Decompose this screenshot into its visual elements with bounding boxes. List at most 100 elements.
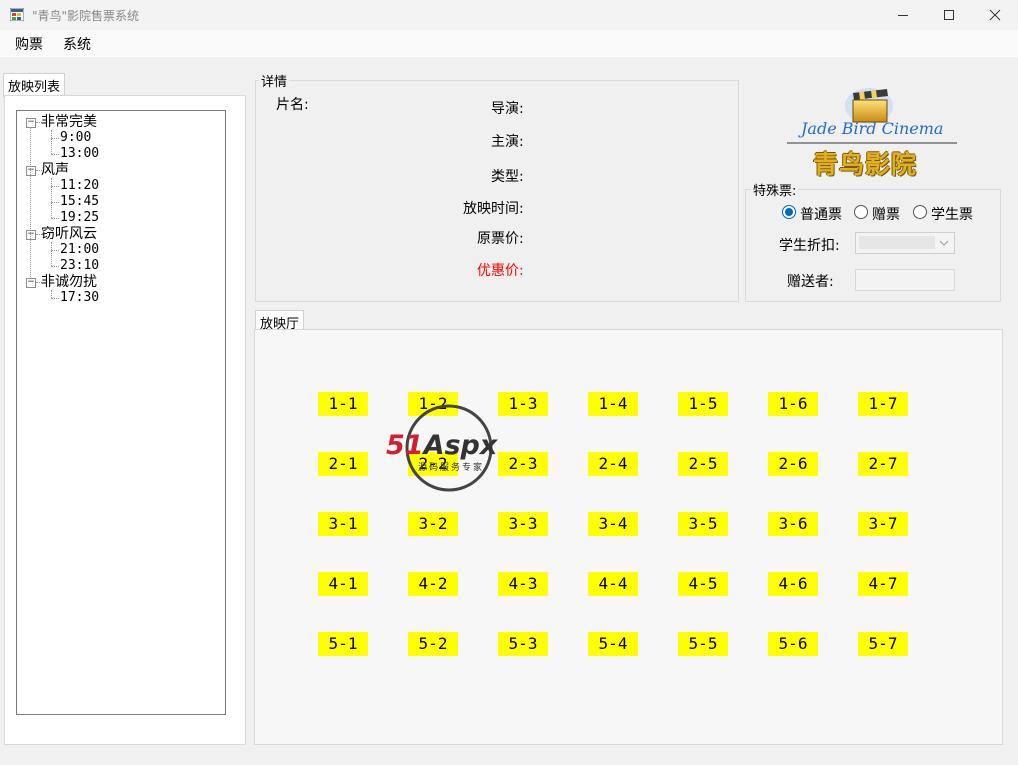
giver-input[interactable] [855,269,955,291]
giver-label: 赠送者: [787,274,834,290]
seat-1-7[interactable]: 1-7 [858,392,908,416]
tree-node-movie[interactable]: 非诚勿扰 [41,274,97,290]
seat-2-7[interactable]: 2-7 [858,452,908,476]
seat-3-2[interactable]: 3-2 [408,512,458,536]
tree-node-time[interactable]: 15:45 [60,194,99,210]
tree-node-time[interactable]: 21:00 [60,242,99,258]
tree-node-time[interactable]: 13:00 [60,146,99,162]
tree-connector [51,298,59,299]
seat-1-6[interactable]: 1-6 [768,392,818,416]
tree-node-time[interactable]: 9:00 [60,130,91,146]
seat-4-4[interactable]: 4-4 [588,572,638,596]
tree-connector [51,202,59,203]
chevron-down-icon [939,240,949,246]
title-bar [0,0,1018,30]
movie-tree[interactable]: − 非常完美 9:00 13:00− 风声 11:20 15:45 19:25− 窃听风云 21:… [16,110,226,715]
minimize-icon [898,15,908,16]
logo-english: Jade Bird Cinema [801,119,944,138]
tree-node-movie[interactable]: 非常完美 [41,114,97,130]
seat-2-1[interactable]: 2-1 [318,452,368,476]
tree-connector [51,178,52,218]
watermark-tagline: 源码服务专家 [418,463,485,473]
seat-3-5[interactable]: 3-5 [678,512,728,536]
radio-gift-ticket[interactable] [854,205,868,219]
seat-2-5[interactable]: 2-5 [678,452,728,476]
type-label: 类型: [491,169,524,185]
tree-node-movie[interactable]: 窃听风云 [41,226,97,242]
show-time-label: 放映时间: [463,201,524,217]
seat-5-6[interactable]: 5-6 [768,632,818,656]
seat-4-6[interactable]: 4-6 [768,572,818,596]
student-discount-label: 学生折扣: [779,238,840,254]
seat-3-4[interactable]: 3-4 [588,512,638,536]
tree-toggle[interactable]: − [26,118,36,128]
tree-toggle[interactable]: − [26,166,36,176]
logo-chinese: 青鸟影院 [813,150,918,179]
tree-connector [51,186,59,187]
seat-2-6[interactable]: 2-6 [768,452,818,476]
seat-4-5[interactable]: 4-5 [678,572,728,596]
watermark: 51Aspx 源码服务专家 [386,402,516,497]
seat-3-7[interactable]: 3-7 [858,512,908,536]
details-legend: 详情 [259,71,290,90]
seat-2-4[interactable]: 2-4 [588,452,638,476]
seat-5-2[interactable]: 5-2 [408,632,458,656]
special-ticket-legend: 特殊票: [751,180,799,199]
seat-3-3[interactable]: 3-3 [498,512,548,536]
tree-node-time[interactable]: 19:25 [60,210,99,226]
tree-connector [51,130,52,154]
close-button[interactable] [972,0,1018,30]
seat-5-5[interactable]: 5-5 [678,632,728,656]
student-discount-value [859,236,935,249]
seat-1-4[interactable]: 1-4 [588,392,638,416]
radio-student-label: 学生票 [931,207,973,223]
watermark-brand: 51Aspx [386,430,497,461]
tree-connector [51,250,59,251]
director-label: 导演: [491,101,524,117]
window-title: "青鸟"影院售票系统 [32,9,140,23]
maximize-icon [944,10,954,20]
menu-system[interactable]: 系统 [61,34,93,54]
seat-1-1[interactable]: 1-1 [318,392,368,416]
tree-connector [51,242,52,266]
seat-3-1[interactable]: 3-1 [318,512,368,536]
tree-node-movie[interactable]: 风声 [41,162,69,178]
radio-normal-label: 普通票 [800,207,842,223]
radio-student-ticket[interactable] [913,205,927,219]
maximize-button[interactable] [926,0,972,30]
tree-node-time[interactable]: 17:30 [60,290,99,306]
tree-connector [51,138,59,139]
seat-5-4[interactable]: 5-4 [588,632,638,656]
seat-4-2[interactable]: 4-2 [408,572,458,596]
tree-connector [51,154,59,155]
watermark-brand-dark: Aspx [423,430,498,461]
minimize-button[interactable] [880,0,926,30]
movie-name-label: 片名: [276,97,309,113]
tree-node-time[interactable]: 11:20 [60,178,99,194]
tree-toggle[interactable]: − [26,278,36,288]
tree-connector [30,127,31,277]
tree-connector [51,218,59,219]
radio-gift-label: 赠票 [872,207,900,223]
seat-4-1[interactable]: 4-1 [318,572,368,596]
seat-5-7[interactable]: 5-7 [858,632,908,656]
seat-5-3[interactable]: 5-3 [498,632,548,656]
seat-4-7[interactable]: 4-7 [858,572,908,596]
close-icon [989,9,1001,21]
radio-normal-ticket[interactable] [782,205,796,219]
watermark-brand-red: 51 [386,430,424,461]
seat-3-6[interactable]: 3-6 [768,512,818,536]
discount-price-label: 优惠价: [477,263,524,279]
actor-label: 主演: [491,134,524,150]
student-discount-select[interactable] [855,232,955,254]
menu-purchase[interactable]: 购票 [13,34,45,54]
original-price-label: 原票价: [477,231,524,247]
seat-5-1[interactable]: 5-1 [318,632,368,656]
cinema-logo: Jade Bird Cinema 青鸟影院 [785,84,960,180]
seat-1-5[interactable]: 1-5 [678,392,728,416]
tree-node-time[interactable]: 23:10 [60,258,99,274]
seat-4-3[interactable]: 4-3 [498,572,548,596]
tree-toggle[interactable]: − [26,230,36,240]
tab-movie-list[interactable]: 放映列表 [3,73,66,97]
menu-bar [0,30,1018,57]
